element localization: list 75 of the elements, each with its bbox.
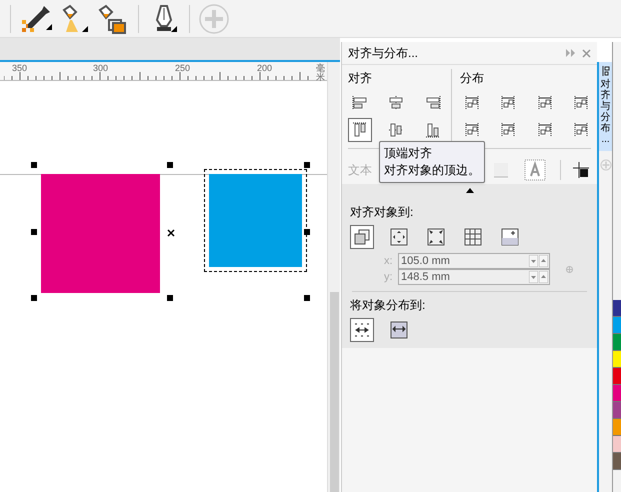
ruler-label: 200 bbox=[257, 64, 272, 73]
panel-title: 对齐与分布... bbox=[348, 45, 420, 62]
align-icon bbox=[602, 66, 610, 76]
text-label: 文本 bbox=[348, 162, 372, 178]
distribute-icon bbox=[572, 94, 590, 112]
coordinate-label: x: bbox=[384, 254, 394, 269]
ruler-label: 350 bbox=[12, 64, 28, 73]
tooltip-text: 对齐对象的顶边。 bbox=[384, 162, 480, 179]
distribute-icon bbox=[499, 94, 518, 112]
objects-icon bbox=[353, 228, 371, 246]
selection-extent-icon bbox=[353, 321, 371, 339]
ruler-label: 毫米 bbox=[316, 64, 326, 82]
center-mark-icon bbox=[167, 229, 175, 237]
selection-handle[interactable] bbox=[167, 295, 173, 301]
vertical-scrollbar[interactable] bbox=[327, 62, 340, 492]
align-button[interactable] bbox=[348, 118, 372, 142]
selection-handle[interactable] bbox=[304, 162, 310, 168]
color-swatch[interactable] bbox=[613, 351, 621, 368]
selection-handle[interactable] bbox=[304, 295, 310, 301]
text-baseline-icon[interactable] bbox=[492, 160, 510, 178]
section-heading: 将对象分布到: bbox=[350, 297, 426, 314]
align-to-option[interactable] bbox=[350, 225, 374, 249]
align-icon bbox=[387, 94, 406, 112]
distribute-icon bbox=[536, 121, 554, 139]
point-icon bbox=[501, 228, 519, 246]
section-heading: 对齐对象到: bbox=[350, 204, 414, 221]
color-swatch[interactable] bbox=[613, 334, 621, 351]
decrement-icon[interactable] bbox=[529, 255, 538, 267]
text-box-icon[interactable] bbox=[524, 158, 546, 180]
grid-icon bbox=[464, 228, 482, 246]
increment-icon[interactable] bbox=[539, 255, 548, 267]
distribute-icon bbox=[536, 94, 554, 112]
page-edge-icon bbox=[390, 228, 408, 246]
section-heading: 分布 bbox=[460, 70, 485, 87]
distribute-icon bbox=[463, 121, 481, 139]
selection-handle[interactable] bbox=[31, 295, 37, 301]
distribute-icon bbox=[572, 121, 590, 139]
close-icon[interactable] bbox=[582, 48, 591, 58]
increment-icon[interactable] bbox=[539, 271, 548, 283]
docker-tab-label: 对齐与分布... bbox=[600, 79, 610, 145]
distribute-to-option[interactable] bbox=[350, 318, 374, 342]
color-swatch[interactable] bbox=[613, 402, 621, 419]
color-swatch[interactable] bbox=[613, 317, 621, 334]
collapse-arrow-icon[interactable] bbox=[466, 188, 474, 193]
selection-handle[interactable] bbox=[31, 229, 37, 235]
distribute-icon bbox=[463, 94, 481, 112]
page-extent-icon bbox=[390, 321, 408, 339]
ruler-label: 300 bbox=[93, 64, 108, 73]
color-swatch[interactable] bbox=[613, 368, 621, 385]
coordinate-field[interactable]: 148.5 mm bbox=[398, 269, 550, 285]
ruler-label: 250 bbox=[175, 64, 190, 73]
decrement-icon[interactable] bbox=[529, 271, 538, 283]
distribute-icon bbox=[499, 121, 518, 139]
align-icon bbox=[351, 121, 369, 139]
snap-corner-icon[interactable] bbox=[573, 162, 589, 178]
page-center-icon bbox=[427, 228, 445, 246]
color-swatch[interactable] bbox=[613, 436, 621, 453]
color-swatch[interactable] bbox=[613, 300, 621, 317]
docker-tab[interactable]: 对齐与分布... bbox=[599, 62, 612, 151]
align-icon bbox=[424, 121, 442, 139]
expand-icon[interactable] bbox=[566, 49, 576, 57]
target-icon bbox=[566, 266, 573, 272]
align-icon bbox=[424, 94, 442, 112]
scrollbar-thumb[interactable] bbox=[330, 292, 338, 492]
color-swatch[interactable] bbox=[613, 385, 621, 402]
align-icon bbox=[351, 94, 369, 112]
color-swatch[interactable] bbox=[613, 453, 621, 470]
tooltip-title: 顶端对齐 bbox=[384, 145, 433, 162]
section-heading: 对齐 bbox=[348, 70, 373, 87]
coordinate-label: y: bbox=[384, 270, 394, 285]
selection-handle[interactable] bbox=[167, 162, 173, 168]
selection-handle[interactable] bbox=[304, 229, 310, 235]
coordinate-field[interactable]: 105.0 mm bbox=[398, 253, 550, 269]
color-swatch[interactable] bbox=[613, 419, 621, 436]
selection-handle[interactable] bbox=[31, 162, 37, 168]
